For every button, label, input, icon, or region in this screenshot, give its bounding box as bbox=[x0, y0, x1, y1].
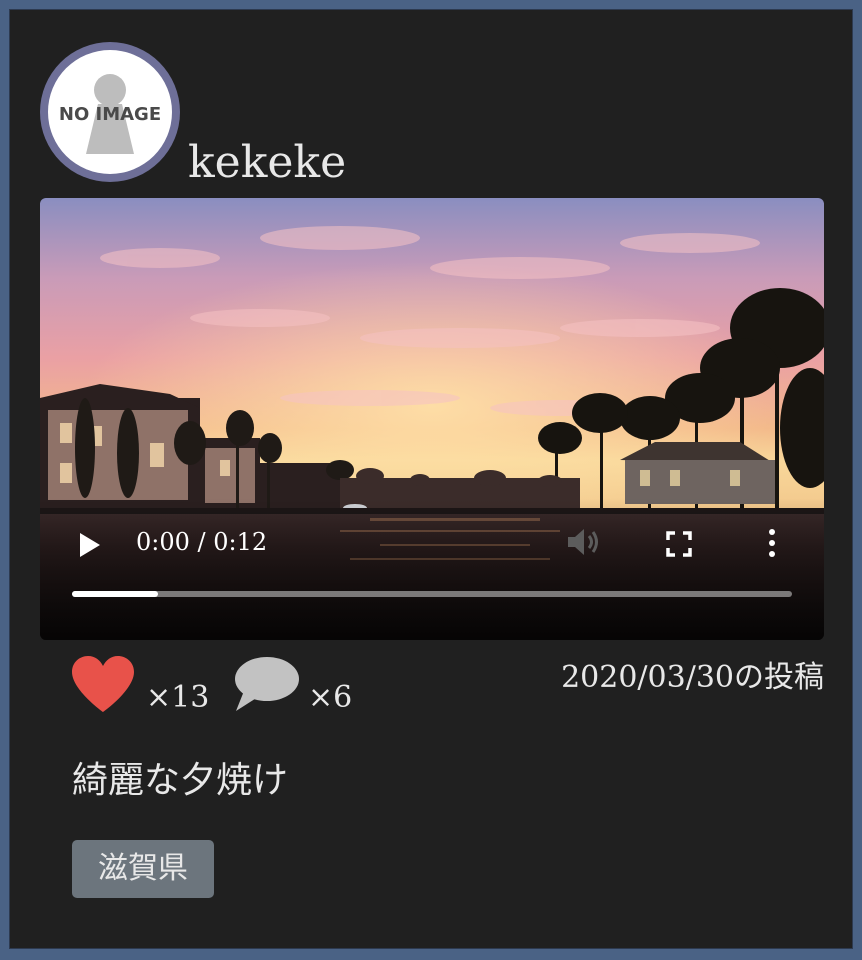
video-time: 0:00 / 0:12 bbox=[136, 528, 268, 556]
username[interactable]: kekeke bbox=[188, 136, 346, 190]
video-progress-bar[interactable] bbox=[72, 591, 792, 597]
avatar[interactable]: NO IMAGE bbox=[40, 42, 180, 182]
placeholder-image-icon: NO IMAGE bbox=[59, 74, 161, 154]
video-frame bbox=[40, 198, 824, 640]
location-tag[interactable]: 滋賀県 bbox=[72, 840, 214, 898]
speech-bubble-icon[interactable] bbox=[232, 655, 300, 713]
avatar-label: NO IMAGE bbox=[59, 104, 161, 125]
post-card: NO IMAGE kekeke 0:00 / 0:12 ×13 ×6 2020/… bbox=[10, 10, 852, 948]
volume-icon[interactable] bbox=[566, 527, 600, 557]
video-progress-fill bbox=[72, 591, 159, 597]
video-player[interactable]: 0:00 / 0:12 bbox=[40, 198, 824, 640]
fullscreen-icon[interactable] bbox=[666, 531, 692, 557]
no-image-placeholder: NO IMAGE bbox=[48, 50, 172, 174]
post-caption: 綺麗な夕焼け bbox=[72, 760, 289, 801]
play-icon[interactable] bbox=[78, 531, 102, 559]
more-vertical-icon[interactable] bbox=[766, 528, 778, 558]
post-date: 2020/03/30の投稿 bbox=[561, 660, 824, 695]
comment-count: ×6 bbox=[308, 680, 353, 715]
heart-icon[interactable] bbox=[70, 654, 136, 714]
like-count: ×13 bbox=[146, 680, 210, 715]
